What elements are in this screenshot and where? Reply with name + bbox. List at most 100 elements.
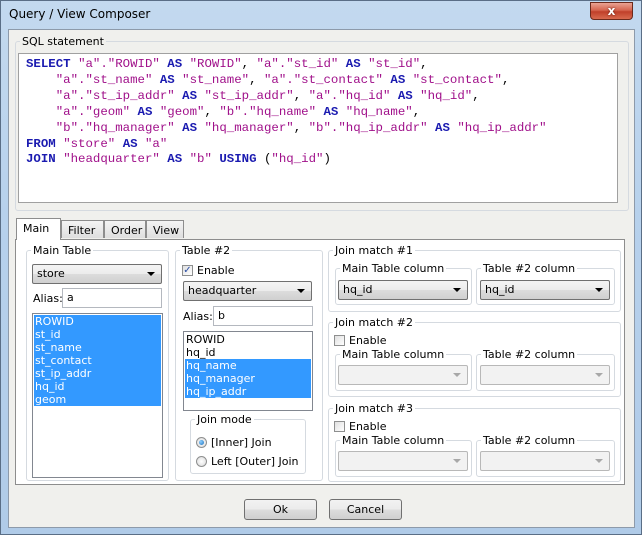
cancel-button[interactable]: Cancel bbox=[329, 499, 402, 520]
table2-columns-list[interactable]: ROWID hq_id hq_name hq_manager hq_ip_addr bbox=[183, 331, 313, 411]
join-match-2-enable-checkbox[interactable]: Enable bbox=[334, 334, 386, 347]
list-item[interactable]: hq_ip_addr bbox=[185, 385, 311, 398]
title-bar[interactable]: Query / View Composer x bbox=[1, 1, 641, 29]
sql-keyword: AS bbox=[345, 57, 361, 71]
sql-identifier: "ROWID" bbox=[189, 57, 242, 71]
list-item[interactable]: st_id bbox=[34, 328, 161, 341]
left-outer-join-radio[interactable]: Left [Outer] Join bbox=[196, 455, 299, 468]
table2-combo[interactable]: headquarter bbox=[183, 281, 312, 301]
join-match-3-main-col-combo[interactable] bbox=[338, 451, 468, 471]
join-match-3-enable-label: Enable bbox=[349, 420, 387, 433]
join-match-2-main-col-combo[interactable] bbox=[338, 365, 468, 385]
table2-alias-input[interactable]: b bbox=[213, 306, 313, 326]
sql-identifier: "b"."hq_name" bbox=[219, 104, 317, 119]
check-icon: ✓ bbox=[182, 265, 193, 276]
sql-keyword: SELECT bbox=[26, 57, 71, 71]
sql-identifier: "a"."hq_id" bbox=[308, 88, 391, 103]
sql-text: , bbox=[249, 72, 264, 87]
list-item[interactable]: hq_manager bbox=[185, 372, 311, 385]
sql-identifier: "store" bbox=[63, 136, 116, 151]
tab-main[interactable]: Main bbox=[16, 218, 61, 240]
join-match-1-main-col-label: Main Table column bbox=[342, 262, 445, 275]
list-item[interactable]: geom bbox=[34, 393, 161, 406]
sql-text: , bbox=[412, 104, 421, 119]
sql-keyword: AS bbox=[397, 88, 413, 103]
left-outer-join-label: Left [Outer] Join bbox=[211, 455, 299, 468]
sql-identifier: "a"."st_id" bbox=[256, 57, 339, 71]
sql-keyword: JOIN bbox=[26, 152, 56, 167]
sql-keyword: AS bbox=[122, 136, 138, 151]
list-item[interactable]: st_ip_addr bbox=[34, 367, 161, 380]
sql-text: , bbox=[293, 88, 309, 103]
list-item[interactable]: hq_id bbox=[185, 346, 311, 359]
sql-text: , bbox=[472, 88, 480, 103]
join-match-1-t2-col-combo[interactable]: hq_id bbox=[480, 280, 610, 300]
join-match-3-enable-checkbox[interactable]: Enable bbox=[334, 420, 386, 433]
main-table-combo[interactable]: store bbox=[32, 264, 162, 284]
tab-order-label: Order bbox=[111, 224, 143, 237]
chevron-down-icon bbox=[595, 459, 603, 463]
sql-text: , bbox=[241, 57, 257, 71]
sql-line: SELECT "a"."ROWID" AS "ROWID", "a"."st_i… bbox=[26, 57, 617, 73]
sql-keyword: AS bbox=[182, 88, 198, 103]
sql-keyword: AS bbox=[435, 120, 450, 135]
join-match-3-label: Join match #3 bbox=[335, 402, 413, 415]
list-item[interactable]: st_name bbox=[34, 341, 161, 354]
query-view-composer-window: Query / View Composer x SQL statement SE… bbox=[0, 0, 642, 535]
main-table-value: store bbox=[37, 267, 65, 280]
tab-order[interactable]: Order bbox=[104, 220, 146, 238]
tab-view-label: View bbox=[153, 224, 180, 237]
sql-identifier: "a"."ROWID" bbox=[78, 57, 160, 71]
join-match-2-enable-label: Enable bbox=[349, 334, 387, 347]
table2-value: headquarter bbox=[188, 284, 257, 297]
sql-identifier: "b" bbox=[189, 152, 212, 167]
list-item[interactable]: hq_id bbox=[34, 380, 161, 393]
join-match-1-t2-col-label: Table #2 column bbox=[483, 262, 576, 275]
list-item[interactable]: ROWID bbox=[34, 315, 161, 328]
join-match-2-t2-col-combo[interactable] bbox=[480, 365, 610, 385]
sql-keyword: USING bbox=[219, 152, 257, 167]
sql-text: , bbox=[204, 104, 220, 119]
list-item[interactable]: hq_name bbox=[185, 359, 311, 372]
close-button[interactable]: x bbox=[590, 2, 633, 20]
main-alias-input[interactable]: a bbox=[62, 288, 162, 308]
sql-identifier: "hq_ip_addr" bbox=[457, 120, 547, 135]
join-match-2-main-col-label: Main Table column bbox=[342, 348, 445, 361]
checkbox-unchecked-icon bbox=[334, 335, 345, 346]
sql-line: FROM "store" AS "a" bbox=[26, 137, 617, 153]
table2-enable-checkbox[interactable]: ✓ Enable bbox=[182, 264, 234, 277]
join-match-3-t2-col-combo[interactable] bbox=[480, 451, 610, 471]
list-item[interactable]: st_contact bbox=[34, 354, 161, 367]
join-match-1-label: Join match #1 bbox=[335, 244, 413, 257]
tab-filter[interactable]: Filter bbox=[61, 220, 104, 238]
sql-keyword: AS bbox=[167, 57, 183, 71]
sql-identifier: "headquarter" bbox=[63, 152, 160, 167]
sql-keyword: AS bbox=[159, 72, 175, 87]
sql-keyword: AS bbox=[137, 104, 153, 119]
chevron-down-icon bbox=[595, 288, 603, 292]
close-icon: x bbox=[607, 4, 616, 18]
sql-identifier: "a"."st_name" bbox=[55, 72, 153, 87]
list-item[interactable]: ROWID bbox=[185, 333, 311, 346]
tab-view[interactable]: View bbox=[146, 220, 184, 238]
join-match-1-main-col-combo[interactable]: hq_id bbox=[338, 280, 468, 300]
checkbox-unchecked-icon bbox=[334, 421, 345, 432]
chevron-down-icon bbox=[453, 288, 461, 292]
sql-line: "a"."geom" AS "geom", "b"."hq_name" AS "… bbox=[26, 105, 617, 121]
tab-main-label: Main bbox=[23, 222, 50, 235]
ok-button[interactable]: Ok bbox=[244, 499, 317, 520]
sql-statement-editor[interactable]: SELECT "a"."ROWID" AS "ROWID", "a"."st_i… bbox=[18, 53, 618, 203]
sql-identifier: "st_contact" bbox=[412, 72, 502, 87]
main-table-columns-list[interactable]: ROWID st_id st_name st_contact st_ip_addr hq_… bbox=[32, 313, 163, 478]
chevron-down-icon bbox=[147, 272, 155, 276]
main-alias-label: Alias: bbox=[33, 292, 63, 305]
inner-join-radio[interactable]: [Inner] Join bbox=[196, 436, 272, 449]
sql-identifier: "a"."geom" bbox=[55, 104, 131, 119]
